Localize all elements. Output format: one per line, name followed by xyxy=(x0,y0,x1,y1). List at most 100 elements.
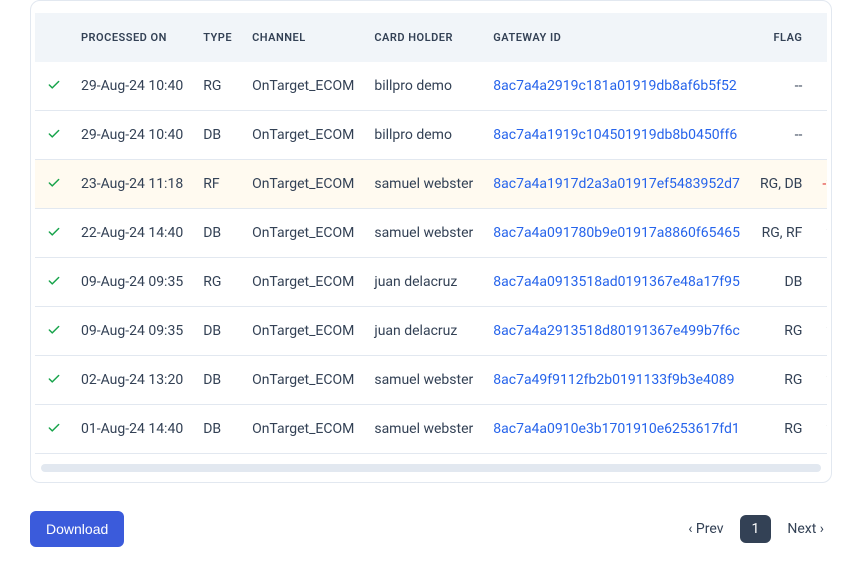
gateway-id-link[interactable]: 8ac7a4a2919c181a01919db8af6b5f52 xyxy=(493,78,736,94)
status-cell xyxy=(35,111,71,160)
gateway-id-cell: 8ac7a4a0910e3b1701910e6253617fd1 xyxy=(483,405,750,454)
gateway-id-cell: 8ac7a4a2913518d80191367e499b7f6c xyxy=(483,307,750,356)
table-row[interactable]: 29-Aug-24 10:40RGOnTarget_ECOMbillpro de… xyxy=(35,62,827,111)
amount-cell: -29.99 EUR xyxy=(812,160,827,209)
card-holder-cell: billpro demo xyxy=(364,111,483,160)
gateway-id-link[interactable]: 8ac7a4a0910e3b1701910e6253617fd1 xyxy=(493,421,739,437)
processed-on-cell: 29-Aug-24 10:40 xyxy=(71,62,193,111)
col-type: TYPE xyxy=(193,13,242,62)
col-channel: CHANNEL xyxy=(242,13,364,62)
channel-cell: OnTarget_ECOM xyxy=(242,356,364,405)
check-icon xyxy=(45,372,61,384)
table-row[interactable]: 09-Aug-24 09:35RGOnTarget_ECOMjuan delac… xyxy=(35,258,827,307)
col-gateway-id: GATEWAY ID xyxy=(483,13,750,62)
gateway-id-link[interactable]: 8ac7a4a0913518ad0191367e48a17f95 xyxy=(493,274,740,290)
flag-cell: -- xyxy=(750,111,812,160)
status-cell xyxy=(35,405,71,454)
processed-on-cell: 29-Aug-24 10:40 xyxy=(71,111,193,160)
amount-cell: 29.99 EUR xyxy=(812,209,827,258)
type-cell: DB xyxy=(193,307,242,356)
table-scroll[interactable]: PROCESSED ON TYPE CHANNEL CARD HOLDER GA… xyxy=(35,13,827,454)
channel-cell: OnTarget_ECOM xyxy=(242,111,364,160)
flag-cell: RG xyxy=(750,307,812,356)
channel-cell: OnTarget_ECOM xyxy=(242,307,364,356)
gateway-id-cell: 8ac7a4a1917d2a3a01917ef5483952d7 xyxy=(483,160,750,209)
next-page-link[interactable]: Next › xyxy=(779,515,832,543)
col-processed-on: PROCESSED ON xyxy=(71,13,193,62)
transactions-table: PROCESSED ON TYPE CHANNEL CARD HOLDER GA… xyxy=(35,13,827,454)
processed-on-cell: 09-Aug-24 09:35 xyxy=(71,307,193,356)
amount-cell: 50.00 EUR xyxy=(812,111,827,160)
col-card-holder: CARD HOLDER xyxy=(364,13,483,62)
processed-on-cell: 22-Aug-24 14:40 xyxy=(71,209,193,258)
table-row[interactable]: 02-Aug-24 13:20DBOnTarget_ECOMsamuel web… xyxy=(35,356,827,405)
gateway-id-cell: 8ac7a4a091780b9e01917a8860f65465 xyxy=(483,209,750,258)
check-icon xyxy=(45,274,61,286)
check-icon xyxy=(45,176,61,188)
pagination: ‹ Prev 1 Next › xyxy=(680,515,832,543)
gateway-id-link[interactable]: 8ac7a4a2913518d80191367e499b7f6c xyxy=(493,323,740,339)
channel-cell: OnTarget_ECOM xyxy=(242,62,364,111)
gateway-id-link[interactable]: 8ac7a49f9112fb2b0191133f9b3e4089 xyxy=(493,372,734,388)
type-cell: RG xyxy=(193,62,242,111)
flag-cell: RG, RF xyxy=(750,209,812,258)
card-holder-cell: juan delacruz xyxy=(364,258,483,307)
table-row[interactable]: 01-Aug-24 14:40DBOnTarget_ECOMsamuel web… xyxy=(35,405,827,454)
processed-on-cell: 23-Aug-24 11:18 xyxy=(71,160,193,209)
gateway-id-cell: 8ac7a49f9112fb2b0191133f9b3e4089 xyxy=(483,356,750,405)
amount-cell: -- xyxy=(812,62,827,111)
status-cell xyxy=(35,307,71,356)
card-holder-cell: samuel webster xyxy=(364,160,483,209)
type-cell: DB xyxy=(193,111,242,160)
table-row[interactable]: 23-Aug-24 11:18RFOnTarget_ECOMsamuel web… xyxy=(35,160,827,209)
amount-cell: 29.99 EUR xyxy=(812,405,827,454)
flag-cell: RG, DB xyxy=(750,160,812,209)
prev-page-link[interactable]: ‹ Prev xyxy=(680,515,731,543)
card-holder-cell: samuel webster xyxy=(364,209,483,258)
col-flag: FLAG xyxy=(750,13,812,62)
status-cell xyxy=(35,258,71,307)
current-page[interactable]: 1 xyxy=(740,515,772,543)
table-row[interactable]: 29-Aug-24 10:40DBOnTarget_ECOMbillpro de… xyxy=(35,111,827,160)
flag-cell: -- xyxy=(750,62,812,111)
type-cell: DB xyxy=(193,405,242,454)
processed-on-cell: 09-Aug-24 09:35 xyxy=(71,258,193,307)
channel-cell: OnTarget_ECOM xyxy=(242,405,364,454)
col-amount: AMOUNT xyxy=(812,13,827,62)
flag-cell: DB xyxy=(750,258,812,307)
type-cell: RF xyxy=(193,160,242,209)
gateway-id-cell: 8ac7a4a2919c181a01919db8af6b5f52 xyxy=(483,62,750,111)
card-holder-cell: samuel webster xyxy=(364,405,483,454)
status-cell xyxy=(35,160,71,209)
type-cell: DB xyxy=(193,356,242,405)
gateway-id-link[interactable]: 8ac7a4a091780b9e01917a8860f65465 xyxy=(493,225,740,241)
amount-cell: 29.99 EUR xyxy=(812,307,827,356)
type-cell: DB xyxy=(193,209,242,258)
flag-cell: RG xyxy=(750,356,812,405)
card-holder-cell: billpro demo xyxy=(364,62,483,111)
status-cell xyxy=(35,356,71,405)
gateway-id-cell: 8ac7a4a0913518ad0191367e48a17f95 xyxy=(483,258,750,307)
status-cell xyxy=(35,62,71,111)
status-cell xyxy=(35,209,71,258)
table-row[interactable]: 09-Aug-24 09:35DBOnTarget_ECOMjuan delac… xyxy=(35,307,827,356)
card-holder-cell: samuel webster xyxy=(364,356,483,405)
processed-on-cell: 01-Aug-24 14:40 xyxy=(71,405,193,454)
horizontal-scrollbar[interactable] xyxy=(41,464,821,472)
gateway-id-cell: 8ac7a4a1919c104501919db8b0450ff6 xyxy=(483,111,750,160)
flag-cell: RG xyxy=(750,405,812,454)
channel-cell: OnTarget_ECOM xyxy=(242,160,364,209)
check-icon xyxy=(45,225,61,237)
card-holder-cell: juan delacruz xyxy=(364,307,483,356)
processed-on-cell: 02-Aug-24 13:20 xyxy=(71,356,193,405)
table-row[interactable]: 22-Aug-24 14:40DBOnTarget_ECOMsamuel web… xyxy=(35,209,827,258)
gateway-id-link[interactable]: 8ac7a4a1917d2a3a01917ef5483952d7 xyxy=(493,176,740,192)
type-cell: RG xyxy=(193,258,242,307)
amount-cell: -- xyxy=(812,258,827,307)
channel-cell: OnTarget_ECOM xyxy=(242,258,364,307)
table-header-row: PROCESSED ON TYPE CHANNEL CARD HOLDER GA… xyxy=(35,13,827,62)
check-icon xyxy=(45,421,61,433)
gateway-id-link[interactable]: 8ac7a4a1919c104501919db8b0450ff6 xyxy=(493,127,737,143)
col-status xyxy=(35,13,71,62)
channel-cell: OnTarget_ECOM xyxy=(242,209,364,258)
